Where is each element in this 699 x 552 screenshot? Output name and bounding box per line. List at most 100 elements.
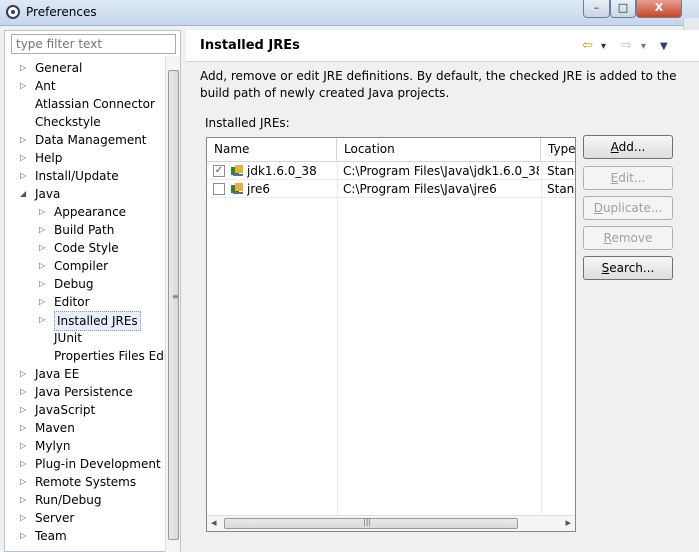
tree-item-label: Java Persistence	[35, 385, 133, 399]
expand-arrow-icon[interactable]: ▷	[20, 365, 26, 383]
scroll-right-icon[interactable]: ▸	[565, 516, 571, 529]
tree-item[interactable]: ▷ Remote Systems	[5, 473, 165, 491]
jre-location: C:\Program Files\Java\jdk1.6.0_38	[343, 164, 539, 178]
tree-item[interactable]: ▷ JavaScript	[5, 401, 165, 419]
tree-item[interactable]: Properties Files Edito	[5, 347, 179, 365]
expand-arrow-icon[interactable]: ▷	[20, 419, 26, 437]
tree-item[interactable]: ▷ Compiler	[5, 257, 165, 275]
table-row[interactable]: ✓ jdk1.6.0_38 C:\Program Files\Java\jdk1…	[207, 162, 575, 180]
maximize-button[interactable]: □	[610, 0, 636, 18]
tree-scrollbar[interactable]: ≡	[165, 56, 180, 552]
tree-item[interactable]: Checkstyle	[5, 113, 165, 131]
expand-arrow-icon[interactable]: ▷	[39, 275, 45, 293]
tree-item[interactable]: ▷ Plug-in Development	[5, 455, 165, 473]
expand-arrow-icon[interactable]: ▷	[20, 455, 26, 473]
tree-item[interactable]: ▷ Run/Debug	[5, 491, 165, 509]
expand-arrow-icon[interactable]: ▷	[20, 59, 26, 77]
tree-item[interactable]: ▷ Team	[5, 527, 165, 545]
page-description: Add, remove or edit JRE definitions. By …	[200, 69, 677, 100]
column-header-type[interactable]: Type	[541, 138, 576, 162]
forward-dropdown-icon[interactable]: ▾	[641, 41, 646, 52]
expand-arrow-icon[interactable]: ▷	[39, 293, 45, 311]
expand-arrow-icon[interactable]: ▷	[39, 203, 45, 221]
duplicate-button-label: uplicate...	[602, 201, 663, 215]
tree-item-label: Installed JREs	[54, 311, 141, 331]
forward-arrow-icon[interactable]: ⇨	[621, 38, 632, 53]
tree-item[interactable]: ▷ Editor	[5, 293, 165, 311]
tree-item[interactable]: ▷ Server	[5, 509, 165, 527]
tree-item[interactable]: ▷ Installed JREs	[5, 311, 165, 331]
tree-item[interactable]: ▷ Mylyn	[5, 437, 165, 455]
expand-arrow-icon[interactable]: ▷	[39, 311, 45, 329]
expand-arrow-icon[interactable]: ▷	[20, 401, 26, 419]
table-row[interactable]: jre6 C:\Program Files\Java\jre6 Stand	[207, 180, 575, 198]
table-horizontal-scrollbar[interactable]: ◂ ||| ▸	[207, 515, 575, 531]
tree-item-label: Editor	[54, 295, 90, 309]
close-icon: X	[654, 1, 664, 14]
collapse-arrow-icon[interactable]: ◢	[20, 185, 26, 203]
add-button[interactable]: Add...	[583, 135, 673, 159]
jre-checkbox[interactable]	[213, 183, 225, 195]
edit-button[interactable]: Edit...	[583, 166, 673, 190]
tree-item[interactable]: ▷ Ant	[5, 77, 165, 95]
search-button[interactable]: Search...	[583, 256, 673, 280]
tree-item[interactable]: ▷ Debug	[5, 275, 165, 293]
filter-input[interactable]	[11, 34, 176, 54]
expand-arrow-icon[interactable]: ▷	[39, 257, 45, 275]
expand-arrow-icon[interactable]: ▷	[20, 509, 26, 527]
back-arrow-icon[interactable]: ⇦	[582, 38, 593, 53]
tree-item[interactable]: JUnit	[5, 329, 165, 347]
expand-arrow-icon[interactable]: ▷	[39, 239, 45, 257]
tree-item[interactable]: ▷ General	[5, 59, 165, 77]
column-header-name[interactable]: Name	[207, 138, 337, 162]
tree-scrollbar-thumb[interactable]: ≡	[168, 70, 179, 540]
tree-item[interactable]: Atlassian Connector	[5, 95, 165, 113]
expand-arrow-icon[interactable]: ▷	[20, 491, 26, 509]
back-dropdown-icon[interactable]: ▾	[601, 41, 606, 52]
expand-arrow-icon[interactable]: ▷	[20, 437, 26, 455]
tree-item[interactable]: ▷ Build Path	[5, 221, 165, 239]
tree-item[interactable]: ▷ Help	[5, 149, 165, 167]
jre-location: C:\Program Files\Java\jre6	[343, 182, 497, 196]
search-button-label: earch...	[609, 261, 655, 275]
preferences-tree-panel: ▷ General ▷ Ant Atlassian Connector Checkstyl…	[4, 30, 181, 552]
expand-arrow-icon[interactable]: ▷	[20, 527, 26, 545]
table-scrollbar-thumb[interactable]: |||	[224, 517, 518, 529]
tree-item-label: Mylyn	[35, 439, 71, 453]
tree-item-label: JavaScript	[35, 403, 96, 417]
scroll-left-icon[interactable]: ◂	[211, 516, 217, 529]
tree-item[interactable]: ◢ Java	[5, 185, 165, 203]
column-header-location[interactable]: Location	[337, 138, 541, 162]
duplicate-button[interactable]: Duplicate...	[583, 196, 673, 220]
expand-arrow-icon[interactable]: ▷	[20, 149, 26, 167]
expand-arrow-icon[interactable]: ▷	[20, 131, 26, 149]
jre-table[interactable]: Name Location Type ✓ jdk1.6.0_38 C:\Prog…	[206, 137, 576, 532]
expand-arrow-icon[interactable]: ▷	[20, 167, 26, 185]
jre-icon	[231, 183, 243, 194]
tree-item[interactable]: ▷ Data Management	[5, 131, 165, 149]
expand-arrow-icon[interactable]: ▷	[20, 383, 26, 401]
tree-item[interactable]: ▷ Install/Update	[5, 167, 165, 185]
add-button-label: dd...	[618, 140, 646, 154]
expand-arrow-icon[interactable]: ▷	[20, 473, 26, 491]
tree-item[interactable]: ▷ Java Persistence	[5, 383, 165, 401]
tree-item[interactable]: ▷ Appearance	[5, 203, 165, 221]
view-menu-icon[interactable]: ▼	[660, 41, 668, 52]
column-divider	[337, 162, 338, 517]
remove-button[interactable]: Remove	[583, 226, 673, 250]
tree-item-label: Code Style	[54, 241, 119, 255]
preferences-window: Preferences – □ X ▷ General ▷ Ant Atlassian …	[0, 0, 699, 552]
tree-item-label: Compiler	[54, 259, 109, 273]
minimize-button[interactable]: –	[583, 0, 610, 18]
close-button[interactable]: X	[636, 0, 682, 18]
title-bar[interactable]: Preferences – □ X	[0, 0, 699, 26]
jre-checkbox[interactable]: ✓	[213, 165, 225, 177]
tree-item[interactable]: ▷ Java EE	[5, 365, 165, 383]
expand-arrow-icon[interactable]: ▷	[39, 221, 45, 239]
tree-item-label: Plug-in Development	[35, 457, 161, 471]
tree-item-label: Checkstyle	[35, 115, 101, 129]
scroll-grip-icon: |||	[363, 517, 372, 526]
expand-arrow-icon[interactable]: ▷	[20, 77, 26, 95]
tree-item[interactable]: ▷ Code Style	[5, 239, 165, 257]
tree-item[interactable]: ▷ Maven	[5, 419, 165, 437]
